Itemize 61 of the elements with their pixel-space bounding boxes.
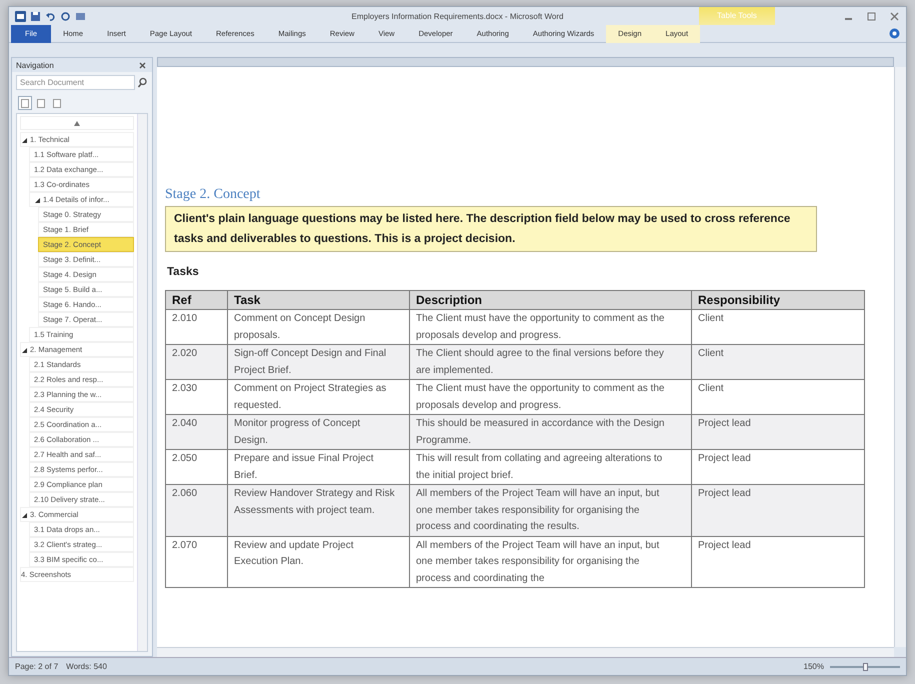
collapse-icon[interactable] xyxy=(21,512,27,518)
table-cell: All members of the Project Team will have an input, but one member takes responsibility for organising the process and coordinating the xyxy=(410,536,692,588)
table-cell: 2.070 xyxy=(166,536,228,588)
table-cell: Review and update Project Execution Plan. xyxy=(228,536,410,588)
section-heading: Stage 2. Concept xyxy=(165,187,262,203)
table-cell: 2.030 xyxy=(166,380,228,414)
table-cell: The Client must have the opportunity to comment as the proposals develop and progress. xyxy=(410,380,692,414)
view-tab[interactable] xyxy=(18,96,32,110)
collapse-icon[interactable] xyxy=(34,196,40,202)
collapse-icon[interactable] xyxy=(21,136,27,142)
note-text: Client's plain language questions may be listed here. The description field below may be used to cross reference tasks and deliverables to questions. This is a project decision. xyxy=(165,206,817,252)
maximize-icon[interactable] xyxy=(866,10,877,22)
table-cell: 2.040 xyxy=(166,414,228,450)
table-cell: 2.050 xyxy=(166,450,228,484)
close-icon[interactable] xyxy=(137,60,148,70)
table-cell: Comment on Project Strategies as requested. xyxy=(228,380,410,414)
table-cell: Project lead xyxy=(692,536,864,588)
table-cell: Monitor progress of Concept Design. xyxy=(228,414,410,450)
table-cell: The Client must have the opportunity to comment as the proposals develop and progress. xyxy=(410,310,692,344)
table-cell: 2.020 xyxy=(166,344,228,380)
zoom-level[interactable]: 150% xyxy=(804,662,824,671)
vertical-scrollbar[interactable] xyxy=(894,67,906,647)
vertical-scrollbar[interactable] xyxy=(137,114,147,651)
table-cell: Project lead xyxy=(692,484,864,536)
zoom-slider[interactable] xyxy=(830,662,900,672)
table-tools-label: Table Tools xyxy=(699,7,775,25)
table-cell: Project lead xyxy=(692,450,864,484)
undo-icon[interactable] xyxy=(45,10,56,22)
table-cell: Comment on Concept Design proposals. xyxy=(228,310,410,344)
subheading: Tasks xyxy=(167,266,200,278)
word-icon[interactable] xyxy=(15,10,26,22)
page-count[interactable]: Page: 2 of 7 xyxy=(15,662,58,671)
table-cell: Client xyxy=(692,310,864,344)
table-cell: This will result from collating and agreeing alterations to the initial project brief. xyxy=(410,450,692,484)
close-icon[interactable] xyxy=(889,10,900,22)
table-cell: Sign-off Concept Design and Final Project Brief. xyxy=(228,344,410,380)
search-icon xyxy=(137,77,148,88)
collapse-icon[interactable] xyxy=(21,346,27,352)
table-cell: Project lead xyxy=(692,414,864,450)
view-tab[interactable] xyxy=(50,96,64,110)
horizontal-scrollbar[interactable] xyxy=(157,647,894,657)
table-cell: This should be measured in accordance with the Design Programme. xyxy=(410,414,692,450)
pane-title: Navigation xyxy=(16,60,55,70)
table-cell: Client xyxy=(692,380,864,414)
table-cell: Client xyxy=(692,344,864,380)
window-title: Employers Information Requirements.docx - Microsoft Word xyxy=(352,12,564,20)
table-cell: Prepare and issue Final Project Brief. xyxy=(228,450,410,484)
column-header: Description xyxy=(410,290,692,310)
column-header: Responsibility xyxy=(692,290,864,310)
search-field[interactable]: Search Document xyxy=(16,75,135,90)
table-cell: The Client should agree to the final versions before they are implemented. xyxy=(410,344,692,380)
save-icon[interactable] xyxy=(30,10,41,22)
column-header: Ref xyxy=(166,290,228,310)
table-cell: 2.060 xyxy=(166,484,228,536)
table-cell: Review Handover Strategy and Risk Assessments with project team. xyxy=(228,484,410,536)
scroll-up-icon[interactable] xyxy=(74,120,80,126)
table-cell: 2.010 xyxy=(166,310,228,344)
table-cell: All members of the Project Team will have an input, but one member takes responsibility for organising the process and coordinating the results. xyxy=(410,484,692,536)
word-count[interactable]: Words: 540 xyxy=(66,662,107,671)
column-header: Task xyxy=(228,290,410,310)
view-tab[interactable] xyxy=(34,96,48,110)
